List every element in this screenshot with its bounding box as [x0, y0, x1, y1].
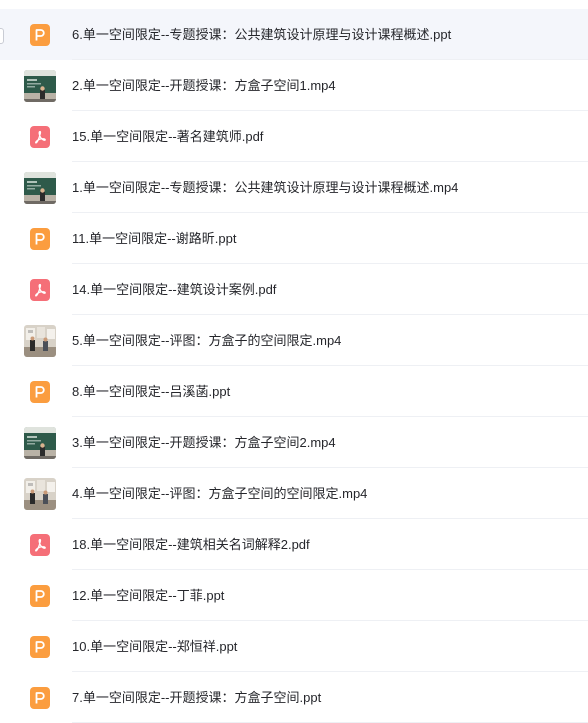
file-name[interactable]: 1.单一空间限定--专题授课：公共建筑设计原理与设计课程概述.mp4 — [72, 162, 458, 213]
file-name[interactable]: 18.单一空间限定--建筑相关名词解释2.pdf — [72, 519, 310, 570]
file-name[interactable]: 5.单一空间限定--评图：方盒子的空间限定.mp4 — [72, 315, 341, 366]
file-icon-slot — [24, 325, 56, 357]
ppt-file-icon — [30, 636, 50, 658]
file-name[interactable]: 6.单一空间限定--专题授课：公共建筑设计原理与设计课程概述.ppt — [72, 9, 451, 60]
ppt-file-icon — [30, 228, 50, 250]
file-row[interactable]: 5.单一空间限定--评图：方盒子的空间限定.mp4 — [0, 315, 588, 366]
file-name[interactable]: 11.单一空间限定--谢路昕.ppt — [72, 213, 236, 264]
file-row[interactable]: 3.单一空间限定--开题授课：方盒子空间2.mp4 — [0, 417, 588, 468]
file-icon-slot — [24, 19, 56, 51]
file-row[interactable]: 7.单一空间限定--开题授课：方盒子空间.ppt — [0, 672, 588, 723]
file-row[interactable]: 15.单一空间限定--著名建筑师.pdf — [0, 111, 588, 162]
file-icon-slot — [24, 172, 56, 204]
file-row[interactable]: 8.单一空间限定--吕溪菡.ppt — [0, 366, 588, 417]
file-row[interactable]: 2.单一空间限定--开题授课：方盒子空间1.mp4 — [0, 60, 588, 111]
file-icon-slot — [24, 580, 56, 612]
ppt-file-icon — [30, 24, 50, 46]
file-row[interactable]: 18.单一空间限定--建筑相关名词解释2.pdf — [0, 519, 588, 570]
ppt-file-icon — [30, 381, 50, 403]
pdf-file-icon — [30, 279, 50, 301]
file-icon-slot — [24, 478, 56, 510]
file-icon-slot — [24, 376, 56, 408]
file-name[interactable]: 15.单一空间限定--著名建筑师.pdf — [72, 111, 263, 162]
file-icon-slot — [24, 682, 56, 714]
file-row[interactable]: 11.单一空间限定--谢路昕.ppt — [0, 213, 588, 264]
file-row[interactable]: 14.单一空间限定--建筑设计案例.pdf — [0, 264, 588, 315]
file-name[interactable]: 4.单一空间限定--评图：方盒子空间的空间限定.mp4 — [72, 468, 367, 519]
file-list: 6.单一空间限定--专题授课：公共建筑设计原理与设计课程概述.ppt 2.单一空间… — [0, 9, 588, 723]
file-icon-slot — [24, 427, 56, 459]
file-name[interactable]: 14.单一空间限定--建筑设计案例.pdf — [72, 264, 276, 315]
video-thumbnail — [24, 70, 56, 102]
file-icon-slot — [24, 70, 56, 102]
video-thumbnail — [24, 427, 56, 459]
file-row[interactable]: 10.单一空间限定--郑恒祥.ppt — [0, 621, 588, 672]
file-icon-slot — [24, 631, 56, 663]
video-thumbnail — [24, 478, 56, 510]
video-thumbnail — [24, 325, 56, 357]
file-icon-slot — [24, 223, 56, 255]
file-name[interactable]: 10.单一空间限定--郑恒祥.ppt — [72, 621, 237, 672]
ppt-file-icon — [30, 585, 50, 607]
pdf-file-icon — [30, 126, 50, 148]
file-icon-slot — [24, 121, 56, 153]
file-row[interactable]: 6.单一空间限定--专题授课：公共建筑设计原理与设计课程概述.ppt — [0, 9, 588, 60]
file-icon-slot — [24, 274, 56, 306]
file-row[interactable]: 12.单一空间限定--丁菲.ppt — [0, 570, 588, 621]
ppt-file-icon — [30, 687, 50, 709]
file-name[interactable]: 7.单一空间限定--开题授课：方盒子空间.ppt — [72, 672, 321, 723]
pdf-file-icon — [30, 534, 50, 556]
video-thumbnail — [24, 172, 56, 204]
file-name[interactable]: 8.单一空间限定--吕溪菡.ppt — [72, 366, 230, 417]
file-row[interactable]: 4.单一空间限定--评图：方盒子空间的空间限定.mp4 — [0, 468, 588, 519]
file-name[interactable]: 3.单一空间限定--开题授课：方盒子空间2.mp4 — [72, 417, 336, 468]
file-name[interactable]: 12.单一空间限定--丁菲.ppt — [72, 570, 224, 621]
row-select-handle[interactable] — [0, 28, 4, 44]
file-row[interactable]: 1.单一空间限定--专题授课：公共建筑设计原理与设计课程概述.mp4 — [0, 162, 588, 213]
file-icon-slot — [24, 529, 56, 561]
file-name[interactable]: 2.单一空间限定--开题授课：方盒子空间1.mp4 — [72, 60, 336, 111]
